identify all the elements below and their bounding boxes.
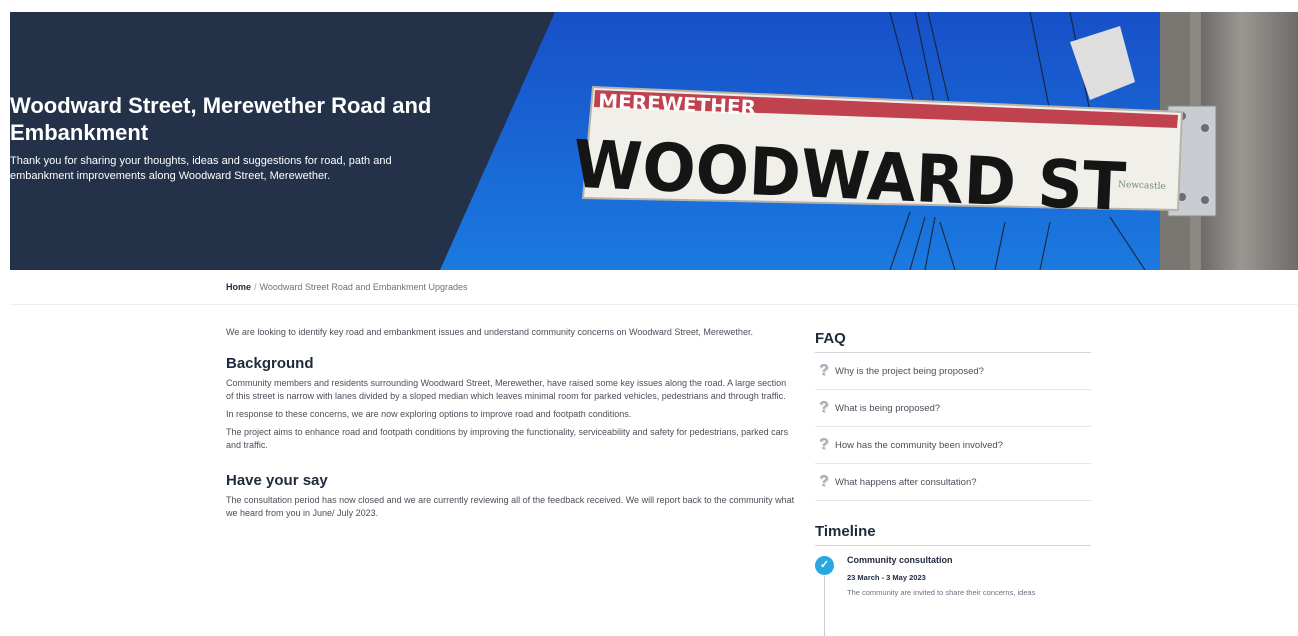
timeline-item-title: Community consultation	[847, 555, 953, 565]
sign-logo-text: Newcastle	[1118, 180, 1166, 192]
question-icon: ?	[819, 399, 829, 416]
intro-text: We are looking to identify key road and …	[226, 327, 753, 337]
faq-item[interactable]: ? What happens after consultation?	[815, 464, 1091, 501]
timeline-connector	[824, 576, 825, 636]
page-title: Woodward Street, Merewether Road and Emb…	[10, 93, 432, 145]
faq-heading: FAQ	[815, 330, 1091, 353]
main-content: We are looking to identify key road and …	[226, 326, 796, 525]
breadcrumb-current: Woodward Street Road and Embankment Upgr…	[259, 282, 468, 292]
faq-list: ? Why is the project being proposed? ? W…	[815, 353, 1091, 501]
faq-item[interactable]: ? Why is the project being proposed?	[815, 353, 1091, 390]
background-paragraph-1: Community members and residents surround…	[226, 378, 787, 401]
have-your-say-paragraph: The consultation period has now closed a…	[226, 495, 795, 518]
faq-question: How has the community been involved?	[835, 439, 1003, 451]
faq-question: What happens after consultation?	[835, 476, 977, 488]
timeline-heading: Timeline	[815, 523, 1091, 546]
question-icon: ?	[819, 436, 829, 453]
question-icon: ?	[819, 473, 829, 490]
question-icon: ?	[819, 362, 829, 379]
timeline-item-description: The community are invited to share their…	[847, 588, 1036, 597]
breadcrumb-separator: /	[254, 282, 257, 292]
timeline-item-date: 23 March - 3 May 2023	[847, 573, 926, 582]
faq-question: What is being proposed?	[835, 402, 941, 414]
have-your-say-heading: Have your say	[226, 472, 328, 489]
faq-item[interactable]: ? What is being proposed?	[815, 390, 1091, 427]
timeline-item: ✓ Community consultation 23 March - 3 Ma…	[815, 554, 1091, 636]
breadcrumb: Home / Woodward Street Road and Embankment…	[226, 282, 467, 292]
breadcrumb-home-link[interactable]: Home	[226, 282, 251, 292]
timeline: Timeline ✓ Community consultation 23 Mar…	[815, 523, 1091, 636]
sidebar: FAQ ? Why is the project being proposed?…	[815, 330, 1091, 636]
check-icon: ✓	[815, 556, 834, 575]
breadcrumb-divider	[10, 304, 1298, 305]
faq-item[interactable]: ? How has the community been involved?	[815, 427, 1091, 464]
faq-question: Why is the project being proposed?	[835, 365, 984, 377]
page-subtitle: Thank you for sharing your thoughts, ide…	[10, 155, 392, 182]
background-heading: Background	[226, 355, 314, 372]
hero-banner: MEREWETHER WOODWARD ST Newcastle Woodwar…	[10, 12, 1298, 270]
background-paragraph-3: The project aims to enhance road and foo…	[226, 427, 789, 450]
background-paragraph-2: In response to these concerns, we are no…	[226, 409, 632, 419]
